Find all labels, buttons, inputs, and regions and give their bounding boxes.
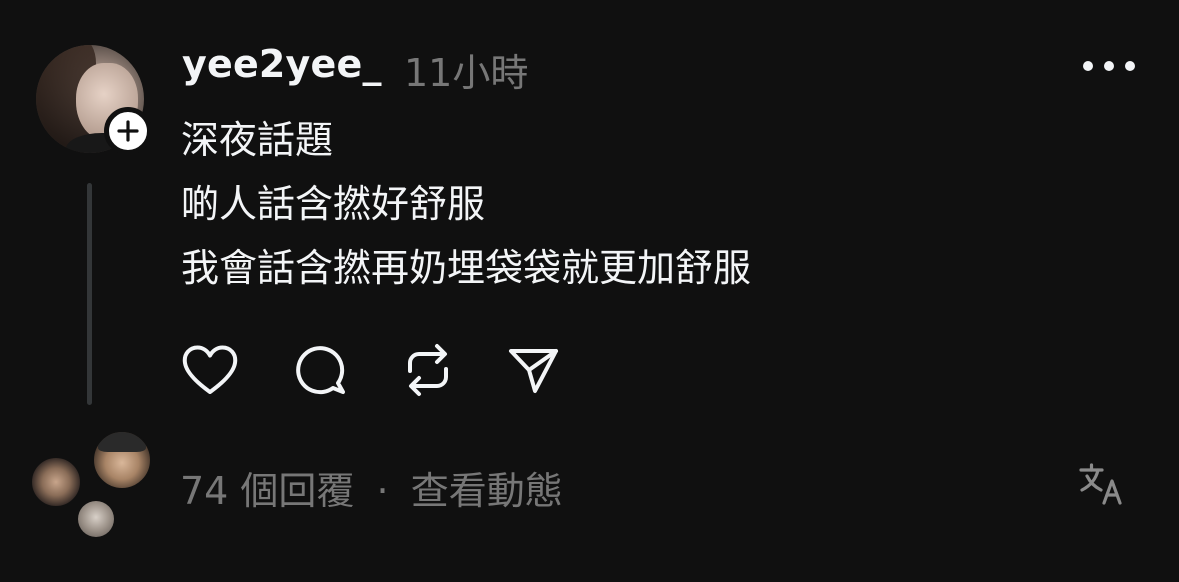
replier-avatar[interactable] <box>92 430 152 490</box>
separator: · <box>376 469 389 513</box>
more-options-icon[interactable] <box>1083 50 1135 82</box>
dot <box>1083 61 1093 71</box>
post-timestamp: 11小時 <box>404 51 529 95</box>
post-line: 深夜話題 <box>181 118 334 162</box>
post-body: 深夜話題 啲人話含撚好舒服 我會話含撚再奶埋袋袋就更加舒服 <box>181 108 751 300</box>
replies-summary[interactable]: 74 個回覆 · 查看動態 <box>180 460 563 515</box>
translate-button[interactable] <box>1078 462 1126 506</box>
username[interactable]: yee2yee_ <box>182 42 382 86</box>
comment-button[interactable] <box>290 340 350 400</box>
replier-avatar[interactable] <box>30 456 82 508</box>
like-button[interactable] <box>180 340 240 400</box>
thread-line <box>87 183 92 405</box>
comment-icon <box>296 346 345 395</box>
view-activity-link[interactable]: 查看動態 <box>411 469 563 513</box>
follow-button[interactable] <box>104 107 152 155</box>
replier-avatar[interactable] <box>78 501 114 537</box>
dot <box>1125 61 1135 71</box>
translate-icon <box>1079 463 1122 505</box>
repost-icon <box>408 344 448 396</box>
plus-icon <box>117 120 139 142</box>
post-line: 我會話含撚再奶埋袋袋就更加舒服 <box>181 246 752 290</box>
replies-count[interactable]: 74 個回覆 <box>180 469 354 513</box>
share-button[interactable] <box>503 340 563 400</box>
send-icon <box>509 349 558 393</box>
post-line: 啲人話含撚好舒服 <box>181 182 486 226</box>
dot <box>1104 61 1114 71</box>
heart-icon <box>182 345 238 394</box>
repost-button[interactable] <box>398 340 458 400</box>
